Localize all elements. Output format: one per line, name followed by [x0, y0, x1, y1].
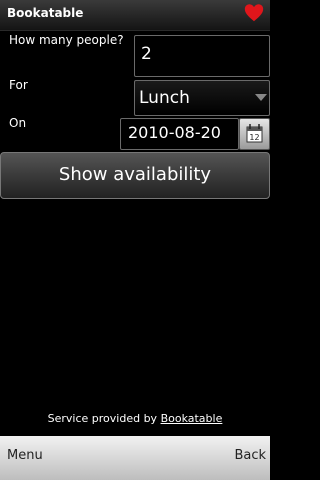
- for-label: For: [9, 78, 28, 92]
- on-label: On: [9, 116, 27, 130]
- heart-icon: [244, 4, 264, 22]
- title-bar: Bookatable: [0, 0, 270, 31]
- menu-softkey[interactable]: Menu: [7, 448, 43, 463]
- calendar-day: 12: [249, 133, 259, 142]
- date-input[interactable]: 2010-08-20: [120, 118, 239, 150]
- meal-select-value: Lunch: [139, 88, 190, 108]
- service-prefix: Service provided by: [47, 412, 161, 425]
- people-label: How many people?: [9, 33, 124, 47]
- bookatable-link[interactable]: Bookatable: [161, 412, 223, 425]
- calendar-icon: 12: [246, 124, 263, 143]
- people-input[interactable]: 2: [134, 35, 270, 77]
- app-title: Bookatable: [7, 6, 84, 20]
- show-availability-button[interactable]: Show availability: [0, 152, 270, 199]
- service-credit: Service provided by Bookatable: [0, 412, 270, 425]
- meal-select[interactable]: Lunch: [134, 80, 270, 116]
- back-softkey[interactable]: Back: [234, 448, 266, 463]
- calendar-button[interactable]: 12: [239, 118, 270, 150]
- softkey-bar: Menu Back: [0, 436, 270, 480]
- chevron-down-icon: [255, 94, 267, 101]
